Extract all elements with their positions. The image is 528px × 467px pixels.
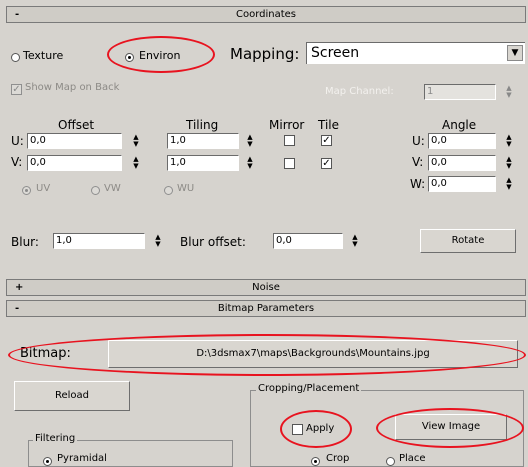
- wu-label: WU: [177, 183, 195, 194]
- offset-u-label: U:: [11, 134, 24, 148]
- uv-radio[interactable]: [22, 186, 31, 195]
- place-label: Place: [399, 453, 426, 464]
- vw-label: VW: [104, 183, 121, 194]
- angle-w-spinner-icon[interactable]: ▲ ▼: [504, 177, 514, 193]
- pyramidal-radio[interactable]: [43, 457, 52, 466]
- show-map-on-back-label: Show Map on Back: [25, 82, 120, 93]
- environ-radio[interactable]: [125, 53, 134, 62]
- offset-u-field[interactable]: 0,0: [27, 133, 122, 149]
- apply-label: Apply: [306, 423, 335, 434]
- angle-header: Angle: [442, 118, 477, 132]
- map-channel-field[interactable]: 1: [424, 84, 496, 100]
- mapping-dropdown[interactable]: Screen ▼: [306, 42, 525, 64]
- blur-spinner-icon[interactable]: ▲ ▼: [153, 234, 163, 250]
- texture-radio[interactable]: [11, 53, 20, 62]
- tiling-u-field[interactable]: 1,0: [167, 133, 239, 149]
- chevron-down-icon[interactable]: ▼: [507, 45, 523, 61]
- tiling-v-spinner-icon[interactable]: ▲ ▼: [245, 156, 255, 172]
- bitmap-parameters-rollout-header[interactable]: - Bitmap Parameters: [6, 300, 526, 317]
- offset-header: Offset: [58, 118, 95, 132]
- blur-field[interactable]: 1,0: [53, 233, 145, 249]
- show-map-on-back-checkbox[interactable]: ✓: [11, 84, 22, 95]
- rollout-title: Coordinates: [235, 9, 297, 20]
- tile-v-checkbox[interactable]: ✓: [321, 158, 332, 169]
- rotate-button[interactable]: Rotate: [420, 229, 516, 253]
- view-image-button[interactable]: View Image: [395, 414, 507, 440]
- offset-v-field[interactable]: 0,0: [27, 155, 122, 171]
- angle-u-field[interactable]: 0,0: [428, 133, 496, 149]
- mirror-u-checkbox[interactable]: [284, 135, 295, 146]
- mirror-v-checkbox[interactable]: [284, 158, 295, 169]
- filtering-title: Filtering: [33, 433, 78, 444]
- noise-title: Noise: [252, 282, 280, 293]
- blur-offset-spinner-icon[interactable]: ▲ ▼: [350, 234, 360, 250]
- angle-w-label: W:: [410, 177, 426, 191]
- mirror-header: Mirror: [269, 118, 305, 132]
- crop-radio[interactable]: [311, 457, 320, 466]
- angle-v-field[interactable]: 0,0: [428, 155, 496, 171]
- reload-button[interactable]: Reload: [14, 381, 130, 411]
- cropping-placement-title: Cropping/Placement: [256, 383, 362, 394]
- blur-label: Blur:: [11, 235, 39, 249]
- collapse-icon: -: [15, 9, 20, 20]
- angle-v-label: V:: [412, 155, 424, 169]
- collapse-icon: -: [15, 303, 20, 314]
- bitmap-label: Bitmap:: [20, 346, 71, 361]
- bitmap-path-button[interactable]: D:\3dsmax7\maps\Backgrounds\Mountains.jp…: [108, 340, 518, 368]
- tiling-v-field[interactable]: 1,0: [167, 155, 239, 171]
- texture-label: Texture: [23, 49, 64, 62]
- map-channel-label: Map Channel:: [325, 86, 394, 97]
- angle-u-spinner-icon[interactable]: ▲ ▼: [504, 134, 514, 150]
- tiling-header: Tiling: [186, 118, 219, 132]
- vw-radio[interactable]: [91, 186, 100, 195]
- tile-u-checkbox[interactable]: ✓: [321, 135, 332, 146]
- blur-offset-label: Blur offset:: [180, 235, 246, 249]
- environ-label: Environ: [139, 49, 181, 62]
- pyramidal-label: Pyramidal: [57, 453, 107, 464]
- angle-v-spinner-icon[interactable]: ▲ ▼: [504, 156, 514, 172]
- angle-w-field[interactable]: 0,0: [428, 176, 496, 192]
- offset-u-spinner-icon[interactable]: ▲ ▼: [131, 134, 141, 150]
- offset-v-spinner-icon[interactable]: ▲ ▼: [131, 156, 141, 172]
- apply-checkbox[interactable]: [292, 424, 303, 435]
- uv-label: UV: [36, 183, 51, 194]
- map-channel-spinner-icon[interactable]: ▲ ▼: [504, 85, 514, 101]
- blur-offset-field[interactable]: 0,0: [273, 233, 343, 249]
- wu-radio[interactable]: [164, 186, 173, 195]
- tile-header: Tile: [318, 118, 340, 132]
- angle-u-label: U:: [412, 134, 425, 148]
- mapping-value: Screen: [311, 45, 360, 61]
- coordinates-rollout-header[interactable]: - Coordinates: [6, 6, 526, 23]
- tiling-u-spinner-icon[interactable]: ▲ ▼: [245, 134, 255, 150]
- expand-icon: +: [15, 282, 24, 293]
- noise-rollout-header[interactable]: + Noise: [6, 279, 526, 296]
- place-radio[interactable]: [386, 457, 395, 466]
- bitmap-parameters-title: Bitmap Parameters: [217, 303, 315, 314]
- crop-label: Crop: [326, 453, 350, 464]
- offset-v-label: V:: [11, 155, 23, 169]
- mapping-label: Mapping:: [230, 45, 300, 63]
